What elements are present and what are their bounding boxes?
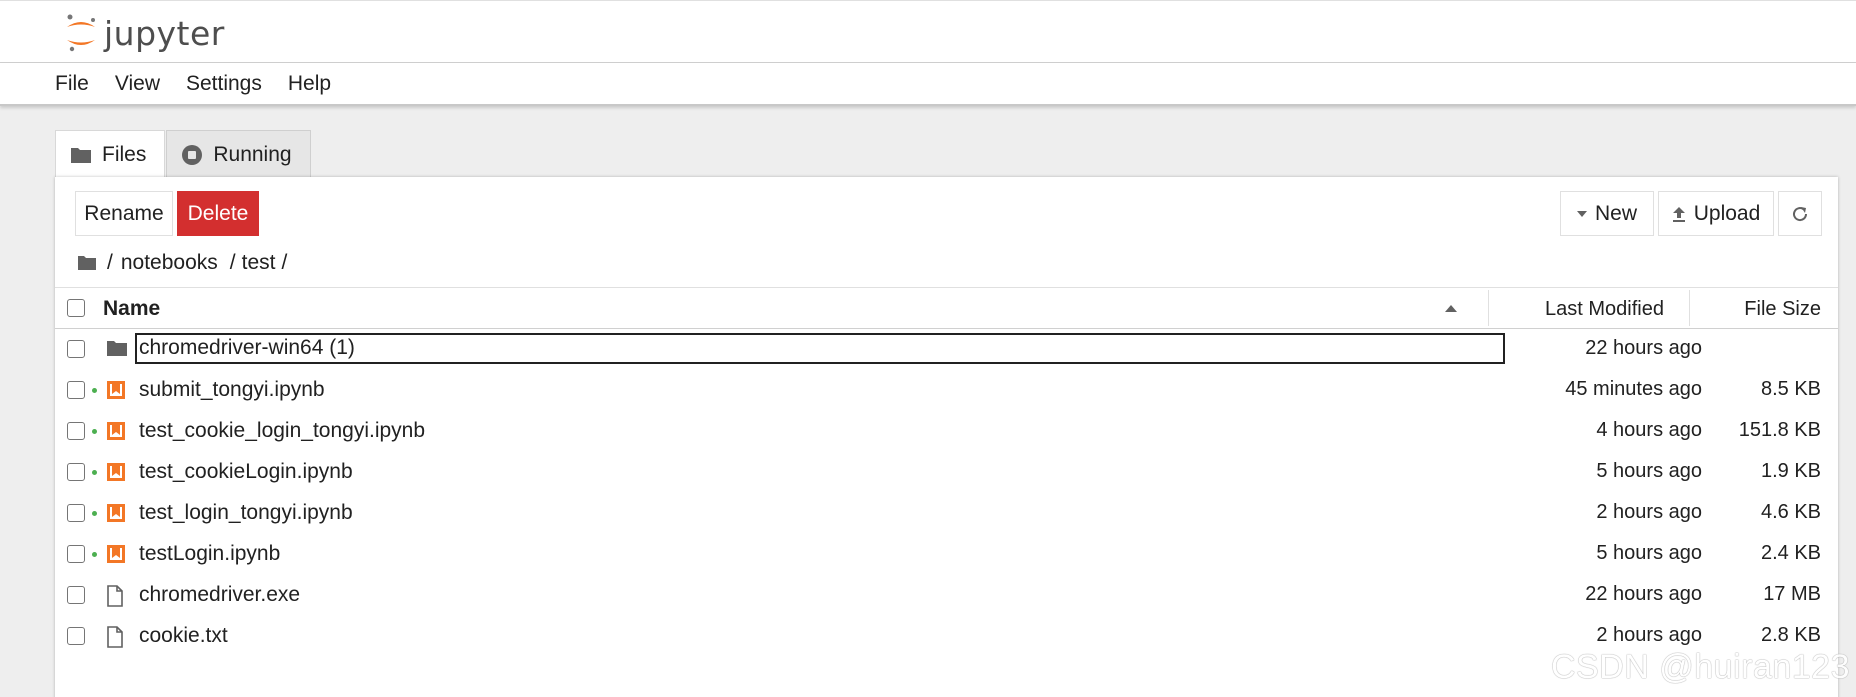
refresh-button[interactable] — [1778, 191, 1822, 236]
tab-bar: Files Running — [55, 130, 311, 178]
file-row[interactable]: test_cookie_login_tongyi.ipynb 4 hours a… — [55, 411, 1838, 452]
file-list-header: Name Last Modified File Size — [55, 287, 1838, 329]
breadcrumb-separator: / — [281, 251, 288, 274]
file-modified: 5 hours ago — [1596, 542, 1702, 564]
file-size: 17 MB — [1763, 583, 1821, 605]
row-checkbox[interactable] — [67, 381, 85, 399]
column-header-file-size[interactable]: File Size — [1744, 298, 1821, 321]
refresh-icon — [1791, 205, 1809, 223]
file-modified: 2 hours ago — [1596, 501, 1702, 523]
breadcrumb: / notebooks / test / — [77, 247, 293, 279]
file-size: 8.5 KB — [1760, 378, 1821, 400]
file-size: 2.4 KB — [1760, 542, 1821, 564]
row-checkbox[interactable] — [67, 586, 85, 604]
running-indicator-icon — [92, 429, 97, 434]
row-checkbox[interactable] — [67, 340, 85, 358]
upload-button-label: Upload — [1693, 201, 1761, 225]
file-modified: 45 minutes ago — [1565, 378, 1702, 400]
file-size: 2.8 KB — [1760, 624, 1821, 646]
file-size: 4.6 KB — [1760, 501, 1821, 523]
running-indicator-icon — [92, 470, 97, 475]
column-divider[interactable] — [1488, 290, 1489, 326]
logo-text: jupyter — [104, 13, 225, 53]
file-row[interactable]: testLogin.ipynb 5 hours ago 2.4 KB — [55, 534, 1838, 575]
notebook-icon — [106, 421, 126, 441]
tab-files-label: Files — [102, 142, 147, 166]
file-modified: 5 hours ago — [1596, 460, 1702, 482]
sort-ascending-icon[interactable] — [1445, 305, 1457, 312]
row-checkbox[interactable] — [67, 463, 85, 481]
file-name[interactable]: submit_tongyi.ipynb — [139, 378, 325, 402]
row-checkbox[interactable] — [67, 504, 85, 522]
stop-circle-icon — [181, 144, 203, 166]
notebook-icon — [106, 462, 126, 482]
file-modified: 22 hours ago — [1585, 583, 1702, 605]
notebook-icon — [106, 544, 126, 564]
column-divider[interactable] — [1689, 290, 1690, 326]
file-list: chromedriver-win64 (1) 22 hours ago subm… — [55, 329, 1838, 657]
menu-bar: File View Settings Help — [0, 63, 1856, 106]
folder-icon — [70, 146, 92, 164]
file-row[interactable]: test_login_tongyi.ipynb 2 hours ago 4.6 … — [55, 493, 1838, 534]
file-row[interactable]: submit_tongyi.ipynb 45 minutes ago 8.5 K… — [55, 370, 1838, 411]
new-button[interactable]: New — [1560, 191, 1654, 236]
file-row[interactable]: chromedriver-win64 (1) 22 hours ago — [55, 329, 1838, 370]
upload-button[interactable]: Upload — [1658, 191, 1774, 236]
upload-icon — [1672, 206, 1686, 222]
file-name[interactable]: chromedriver-win64 (1) — [135, 333, 1505, 364]
jupyter-logo[interactable]: jupyter — [64, 13, 225, 53]
row-checkbox[interactable] — [67, 627, 85, 645]
breadcrumb-root[interactable]: / — [107, 251, 113, 275]
tab-running-label: Running — [213, 142, 292, 166]
file-modified: 4 hours ago — [1596, 419, 1702, 441]
file-icon — [106, 585, 124, 607]
file-icon — [106, 626, 124, 648]
jupyter-logo-icon — [67, 14, 95, 52]
notebook-icon — [106, 380, 126, 400]
delete-button-label: Delete — [187, 201, 249, 225]
tab-files[interactable]: Files — [55, 130, 166, 178]
top-bar: jupyter — [0, 0, 1856, 63]
running-indicator-icon — [92, 552, 97, 557]
delete-button[interactable]: Delete — [177, 191, 259, 236]
breadcrumb-separator: / — [229, 251, 236, 274]
menu-view[interactable]: View — [115, 72, 160, 96]
notebook-icon — [106, 503, 126, 523]
file-size: 151.8 KB — [1738, 419, 1821, 441]
file-name[interactable]: test_login_tongyi.ipynb — [139, 501, 353, 525]
select-all-checkbox[interactable] — [67, 299, 85, 317]
tab-running[interactable]: Running — [166, 130, 311, 178]
menu-file[interactable]: File — [55, 72, 89, 96]
file-size: 1.9 KB — [1760, 460, 1821, 482]
rename-button[interactable]: Rename — [75, 191, 173, 236]
file-name[interactable]: chromedriver.exe — [139, 583, 300, 607]
file-row[interactable]: chromedriver.exe 22 hours ago 17 MB — [55, 575, 1838, 616]
file-modified: 22 hours ago — [1585, 337, 1702, 359]
folder-icon — [106, 339, 128, 357]
rename-button-label: Rename — [84, 201, 164, 225]
file-browser-panel: Rename Delete New Upload / notebooks / t… — [55, 177, 1838, 697]
menu-settings[interactable]: Settings — [186, 72, 262, 96]
column-header-name[interactable]: Name — [103, 297, 160, 321]
breadcrumb-part-notebooks[interactable]: notebooks — [121, 251, 218, 275]
folder-icon[interactable] — [77, 255, 97, 271]
file-row[interactable]: test_cookieLogin.ipynb 5 hours ago 1.9 K… — [55, 452, 1838, 493]
row-checkbox[interactable] — [67, 545, 85, 563]
row-checkbox[interactable] — [67, 422, 85, 440]
breadcrumb-part-test[interactable]: test — [242, 251, 276, 275]
running-indicator-icon — [92, 388, 97, 393]
file-name[interactable]: test_cookie_login_tongyi.ipynb — [139, 419, 425, 443]
file-name[interactable]: cookie.txt — [139, 624, 228, 648]
running-indicator-icon — [92, 511, 97, 516]
caret-down-icon — [1576, 210, 1587, 218]
file-name[interactable]: testLogin.ipynb — [139, 542, 280, 566]
file-name[interactable]: test_cookieLogin.ipynb — [139, 460, 353, 484]
new-button-label: New — [1594, 201, 1637, 225]
column-header-last-modified[interactable]: Last Modified — [1545, 298, 1664, 321]
menu-help[interactable]: Help — [288, 72, 331, 96]
watermark: CSDN @huiran123 — [1550, 648, 1850, 686]
file-modified: 2 hours ago — [1596, 624, 1702, 646]
